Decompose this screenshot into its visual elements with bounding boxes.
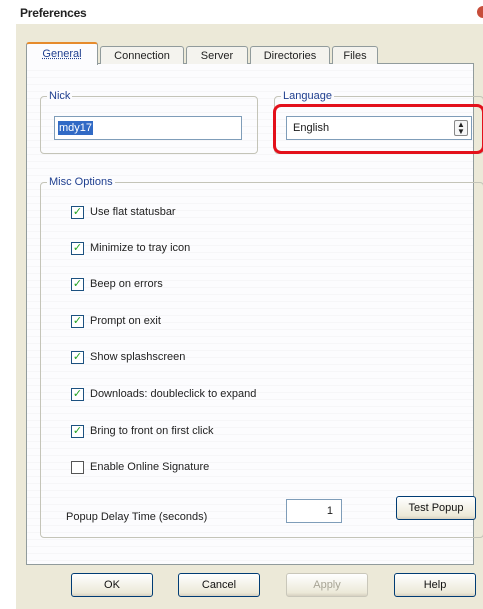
tab-files[interactable]: Files (332, 46, 378, 64)
preferences-window: Preferences General Connection Server Di… (16, 0, 483, 609)
popup-delay-input[interactable]: 1 (286, 499, 342, 523)
apply-button[interactable]: Apply (286, 573, 368, 597)
test-popup-button[interactable]: Test Popup (396, 496, 476, 520)
checkbox-checked-icon[interactable]: ✓ (71, 242, 84, 255)
language-legend: Language (281, 90, 334, 103)
checkbox-unchecked-icon[interactable] (71, 461, 84, 474)
option-label: Show splashscreen (90, 351, 186, 363)
checkbox-checked-icon[interactable]: ✓ (71, 315, 84, 328)
tab-label: Directories (263, 50, 317, 62)
checkbox-checked-icon[interactable]: ✓ (71, 206, 84, 219)
language-highlight-annotation (273, 104, 483, 154)
ok-button[interactable]: OK (71, 573, 153, 597)
help-button[interactable]: Help (394, 573, 476, 597)
checkbox-checked-icon[interactable]: ✓ (71, 388, 84, 401)
option-label: Use flat statusbar (90, 206, 176, 218)
nick-legend: Nick (47, 90, 73, 103)
option-label: Bring to front on first click (90, 425, 214, 437)
checkbox-checked-icon[interactable]: ✓ (71, 425, 84, 438)
checkbox-checked-icon[interactable]: ✓ (71, 351, 84, 364)
option-label: Enable Online Signature (90, 461, 210, 473)
tab-label: General (42, 48, 82, 60)
tab-connection[interactable]: Connection (100, 46, 184, 64)
tab-label: Server (200, 50, 234, 62)
misc-legend: Misc Options (47, 176, 115, 189)
popup-delay-label: Popup Delay Time (seconds) (66, 511, 208, 523)
popup-delay-value: 1 (326, 505, 333, 517)
tab-label: Files (343, 50, 367, 62)
tab-label: Connection (114, 50, 170, 62)
option-label: Minimize to tray icon (90, 242, 191, 254)
title-bar[interactable]: Preferences (16, 0, 483, 24)
tab-directories[interactable]: Directories (250, 46, 330, 64)
option-label: Beep on errors (90, 278, 163, 290)
tab-general[interactable]: General (26, 42, 98, 65)
nick-input[interactable]: mdy17 (54, 116, 242, 140)
window-title: Preferences (20, 6, 87, 20)
option-label: Prompt on exit (90, 315, 161, 327)
nick-value: mdy17 (58, 121, 94, 135)
tab-server[interactable]: Server (186, 46, 248, 64)
option-label: Downloads: doubleclick to expand (90, 388, 257, 400)
close-icon[interactable] (477, 6, 483, 18)
checkbox-checked-icon[interactable]: ✓ (71, 278, 84, 291)
cancel-button[interactable]: Cancel (178, 573, 260, 597)
